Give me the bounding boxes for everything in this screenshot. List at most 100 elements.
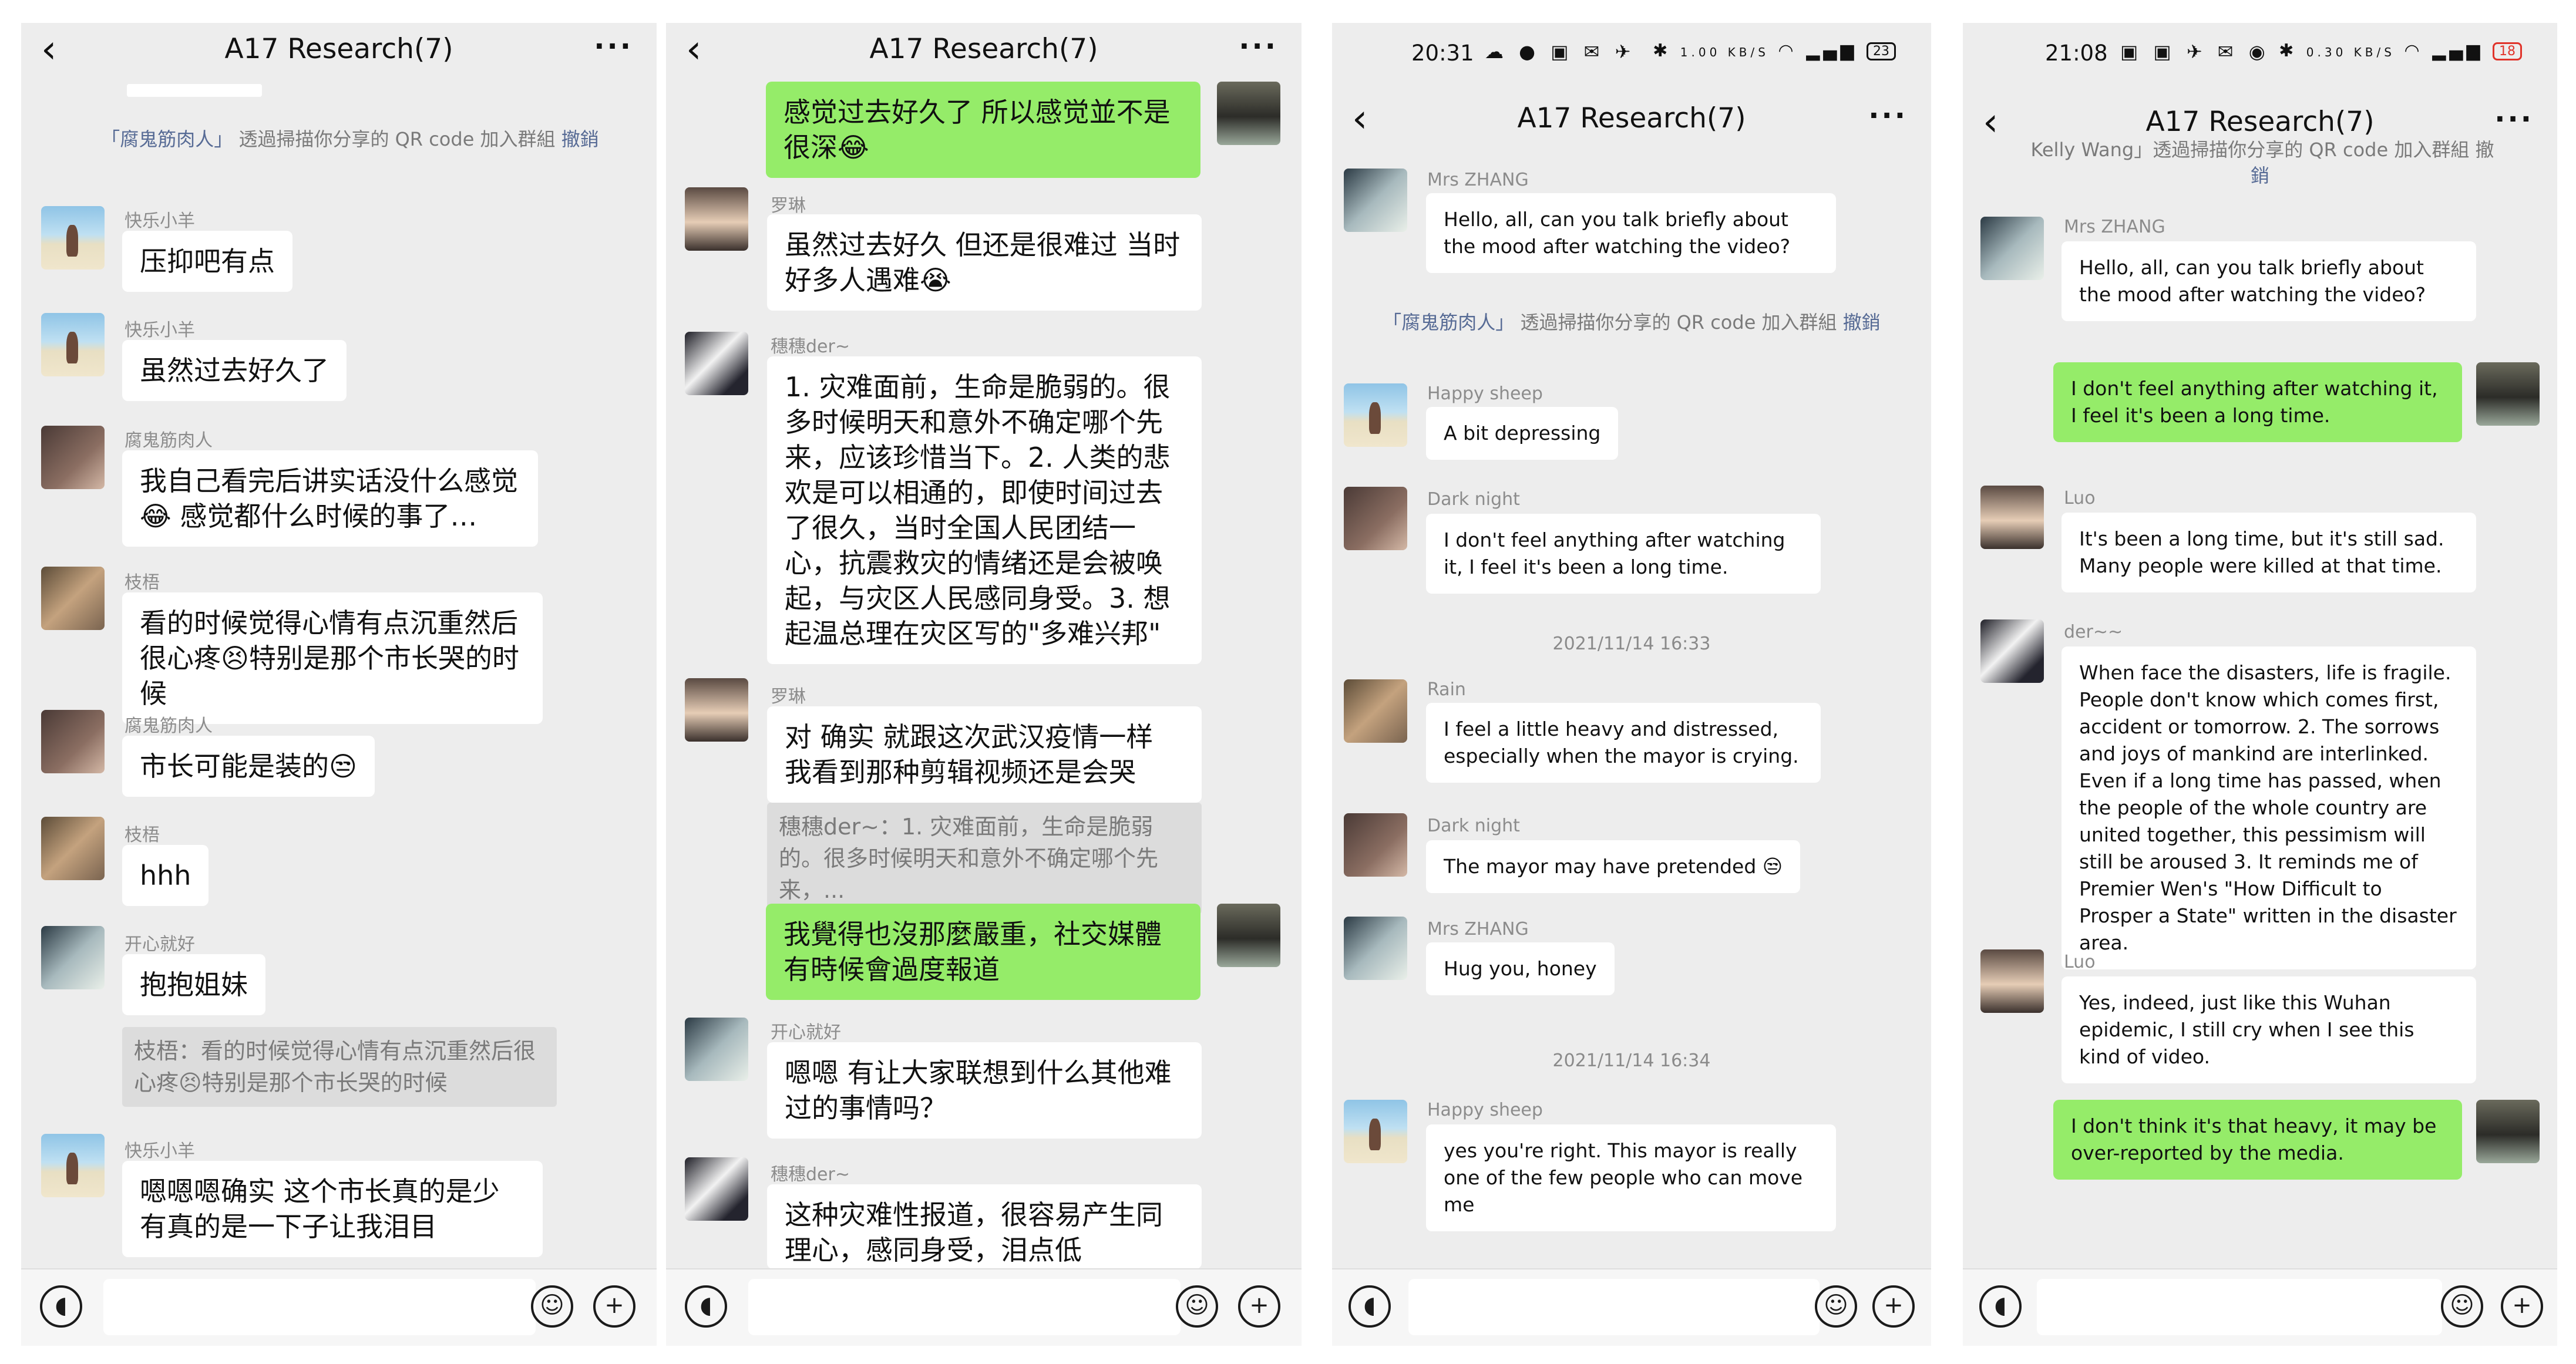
- avatar[interactable]: [41, 817, 105, 880]
- voice-icon[interactable]: ◖: [1979, 1285, 2022, 1328]
- message-input[interactable]: [748, 1279, 1181, 1335]
- more-dots-icon[interactable]: ···: [1239, 23, 1278, 70]
- plus-icon[interactable]: +: [1238, 1285, 1280, 1328]
- plus-icon[interactable]: +: [1872, 1285, 1915, 1328]
- more-dots-icon[interactable]: ···: [594, 23, 633, 70]
- avatar[interactable]: [1980, 486, 2044, 549]
- my-avatar[interactable]: [1217, 904, 1280, 967]
- voice-icon[interactable]: ◖: [40, 1285, 82, 1328]
- wifi-icon: ◠: [1778, 41, 1797, 61]
- sender-name: 快乐小羊: [125, 320, 195, 341]
- message-bubble[interactable]: 嗯嗯 有让大家联想到什么其他难过的事情吗？: [767, 1042, 1202, 1139]
- my-avatar[interactable]: [2476, 1100, 2540, 1163]
- emoji-icon[interactable]: ☺: [531, 1285, 573, 1328]
- voice-icon[interactable]: ◖: [685, 1285, 727, 1328]
- avatar[interactable]: [1980, 619, 2044, 683]
- message-bubble[interactable]: 1. 灾难面前，生命是脆弱的。很多时候明天和意外不确定哪个先来，应该珍惜当下。2…: [767, 356, 1202, 664]
- message-bubble[interactable]: 压抑吧有点: [122, 231, 292, 292]
- message-bubble[interactable]: hhh: [122, 845, 209, 906]
- message-bubble[interactable]: 市长可能是装的😒: [122, 736, 375, 797]
- system-text: 透過掃描你分享的 QR code 加入群組: [238, 128, 556, 150]
- more-dots-icon[interactable]: ···: [2494, 96, 2534, 143]
- avatar[interactable]: [1344, 487, 1407, 550]
- sender-name: Rain: [1427, 679, 1466, 700]
- emoji-icon[interactable]: ☺: [1176, 1285, 1218, 1328]
- revoke-link[interactable]: 撤銷: [1843, 311, 1881, 334]
- emoji-icon[interactable]: ☺: [1815, 1285, 1857, 1328]
- avatar[interactable]: [1344, 1100, 1407, 1163]
- emoji-icon[interactable]: ☺: [2441, 1285, 2483, 1328]
- message-bubble[interactable]: When face the disasters, life is fragile…: [2062, 646, 2476, 969]
- net-speed: 0.30 KB/S: [2306, 45, 2395, 59]
- my-message-bubble[interactable]: I don't think it's that heavy, it may be…: [2053, 1100, 2462, 1180]
- message-bubble[interactable]: Hug you, honey: [1426, 942, 1615, 995]
- my-message-bubble[interactable]: I don't feel anything after watching it,…: [2053, 362, 2462, 442]
- avatar[interactable]: [685, 1157, 748, 1221]
- message-bubble[interactable]: 看的时候觉得心情有点沉重然后很心疼😣特别是那个市长哭的时候: [122, 592, 543, 724]
- avatar[interactable]: [1344, 169, 1407, 232]
- message-bubble[interactable]: 虽然过去好久 但还是很难过 当时好多人遇难😭: [767, 214, 1202, 311]
- message-bubble[interactable]: A bit depressing: [1426, 407, 1619, 460]
- sender-name: Luo: [2064, 488, 2096, 508]
- avatar[interactable]: [1344, 813, 1407, 877]
- message-input[interactable]: [1408, 1279, 1820, 1335]
- sender-name: Happy sheep: [1427, 383, 1543, 404]
- message-bubble[interactable]: 这种灾难性报道，很容易产生同理心，感同身受，泪点低: [767, 1184, 1202, 1269]
- message-bubble[interactable]: It's been a long time, but it's still sa…: [2062, 513, 2476, 592]
- avatar[interactable]: [685, 332, 748, 395]
- message-bubble[interactable]: Yes, indeed, just like this Wuhan epidem…: [2062, 976, 2476, 1083]
- my-message-bubble[interactable]: 我覺得也沒那麼嚴重，社交媒體有時候會過度報道: [766, 904, 1200, 1000]
- message-bubble[interactable]: yes you're right. This mayor is really o…: [1426, 1124, 1836, 1231]
- avatar[interactable]: [41, 567, 105, 630]
- more-dots-icon[interactable]: ···: [1868, 92, 1908, 139]
- system-message: 「腐鬼筋肉人」 透過掃描你分享的 QR code 加入群組 撤銷: [68, 126, 632, 152]
- message-input[interactable]: [2037, 1279, 2442, 1335]
- avatar[interactable]: [1344, 383, 1407, 447]
- message-bubble[interactable]: Hello, all, can you talk briefly about t…: [2062, 241, 2476, 321]
- message-bubble[interactable]: 虽然过去好久了: [122, 340, 347, 401]
- my-avatar[interactable]: [1217, 82, 1280, 145]
- quoted-message[interactable]: 枝梧：看的时候觉得心情有点沉重然后很心疼😣特别是那个市长哭的时候: [122, 1027, 557, 1107]
- input-bar: ◖ ☺ +: [1963, 1268, 2557, 1346]
- message-bubble[interactable]: The mayor may have pretended 😒: [1426, 840, 1801, 893]
- avatar[interactable]: [685, 1018, 748, 1081]
- avatar[interactable]: [41, 313, 105, 376]
- avatar[interactable]: [1344, 679, 1407, 743]
- avatar[interactable]: [41, 926, 105, 989]
- sender-name: Mrs ZHANG: [1427, 170, 1529, 190]
- quoted-message[interactable]: 穗穗der~：1. 灾难面前，生命是脆弱的。很多时候明天和意外不确定哪个先来，.…: [767, 803, 1202, 914]
- revoke-link[interactable]: 撤銷: [561, 128, 599, 150]
- sender-name: 快乐小羊: [125, 211, 195, 231]
- net-speed: 1.00 KB/S: [1680, 45, 1769, 59]
- input-bar: ◖ ☺ +: [666, 1268, 1302, 1346]
- avatar[interactable]: [41, 710, 105, 773]
- my-avatar[interactable]: [2476, 362, 2540, 426]
- my-message-bubble[interactable]: 感觉过去好久了 所以感觉並不是很深😂: [766, 82, 1200, 178]
- status-bar: 21:08 ▣ ▣ ✈ ✉ ◉ • ✱ 0.30 KB/S ◠ ▂▄▆ 18: [1963, 23, 2557, 82]
- input-bar: ◖ ☺ +: [21, 1268, 657, 1346]
- avatar[interactable]: [685, 678, 748, 742]
- message-bubble[interactable]: 嗯嗯嗯确实 这个市长真的是少有真的是一下子让我泪目: [122, 1161, 543, 1257]
- voice-icon[interactable]: ◖: [1348, 1285, 1391, 1328]
- avatar[interactable]: [1980, 217, 2044, 280]
- chat-title: A17 Research(7): [1517, 102, 1746, 134]
- message-input[interactable]: [103, 1279, 536, 1335]
- message-bubble[interactable]: 抱抱姐妹: [122, 954, 265, 1015]
- message-bubble[interactable]: 对 确实 就跟这次武汉疫情一样 我看到那种剪辑视频还是会哭: [767, 706, 1202, 803]
- avatar[interactable]: [1344, 917, 1407, 980]
- plus-icon[interactable]: +: [593, 1285, 635, 1328]
- message-bubble[interactable]: 我自己看完后讲实话没什么感觉😂 感觉都什么时候的事了…: [122, 450, 538, 547]
- sender-name: 罗琳: [771, 686, 806, 707]
- message-bubble[interactable]: I don't feel anything after watching it,…: [1426, 514, 1821, 594]
- revoke-link[interactable]: 銷: [1963, 163, 2557, 188]
- plus-icon[interactable]: +: [2501, 1285, 2543, 1328]
- avatar[interactable]: [41, 1134, 105, 1197]
- message-bubble[interactable]: Hello, all, can you talk briefly about t…: [1426, 193, 1836, 273]
- timestamp: 2021/11/14 16:34: [1552, 1050, 1711, 1071]
- avatar[interactable]: [685, 187, 748, 251]
- avatar[interactable]: [1980, 949, 2044, 1013]
- avatar[interactable]: [41, 426, 105, 489]
- message-bubble[interactable]: I feel a little heavy and distressed, es…: [1426, 703, 1821, 783]
- avatar[interactable]: [41, 206, 105, 270]
- sender-name: 腐鬼筋肉人: [125, 716, 213, 736]
